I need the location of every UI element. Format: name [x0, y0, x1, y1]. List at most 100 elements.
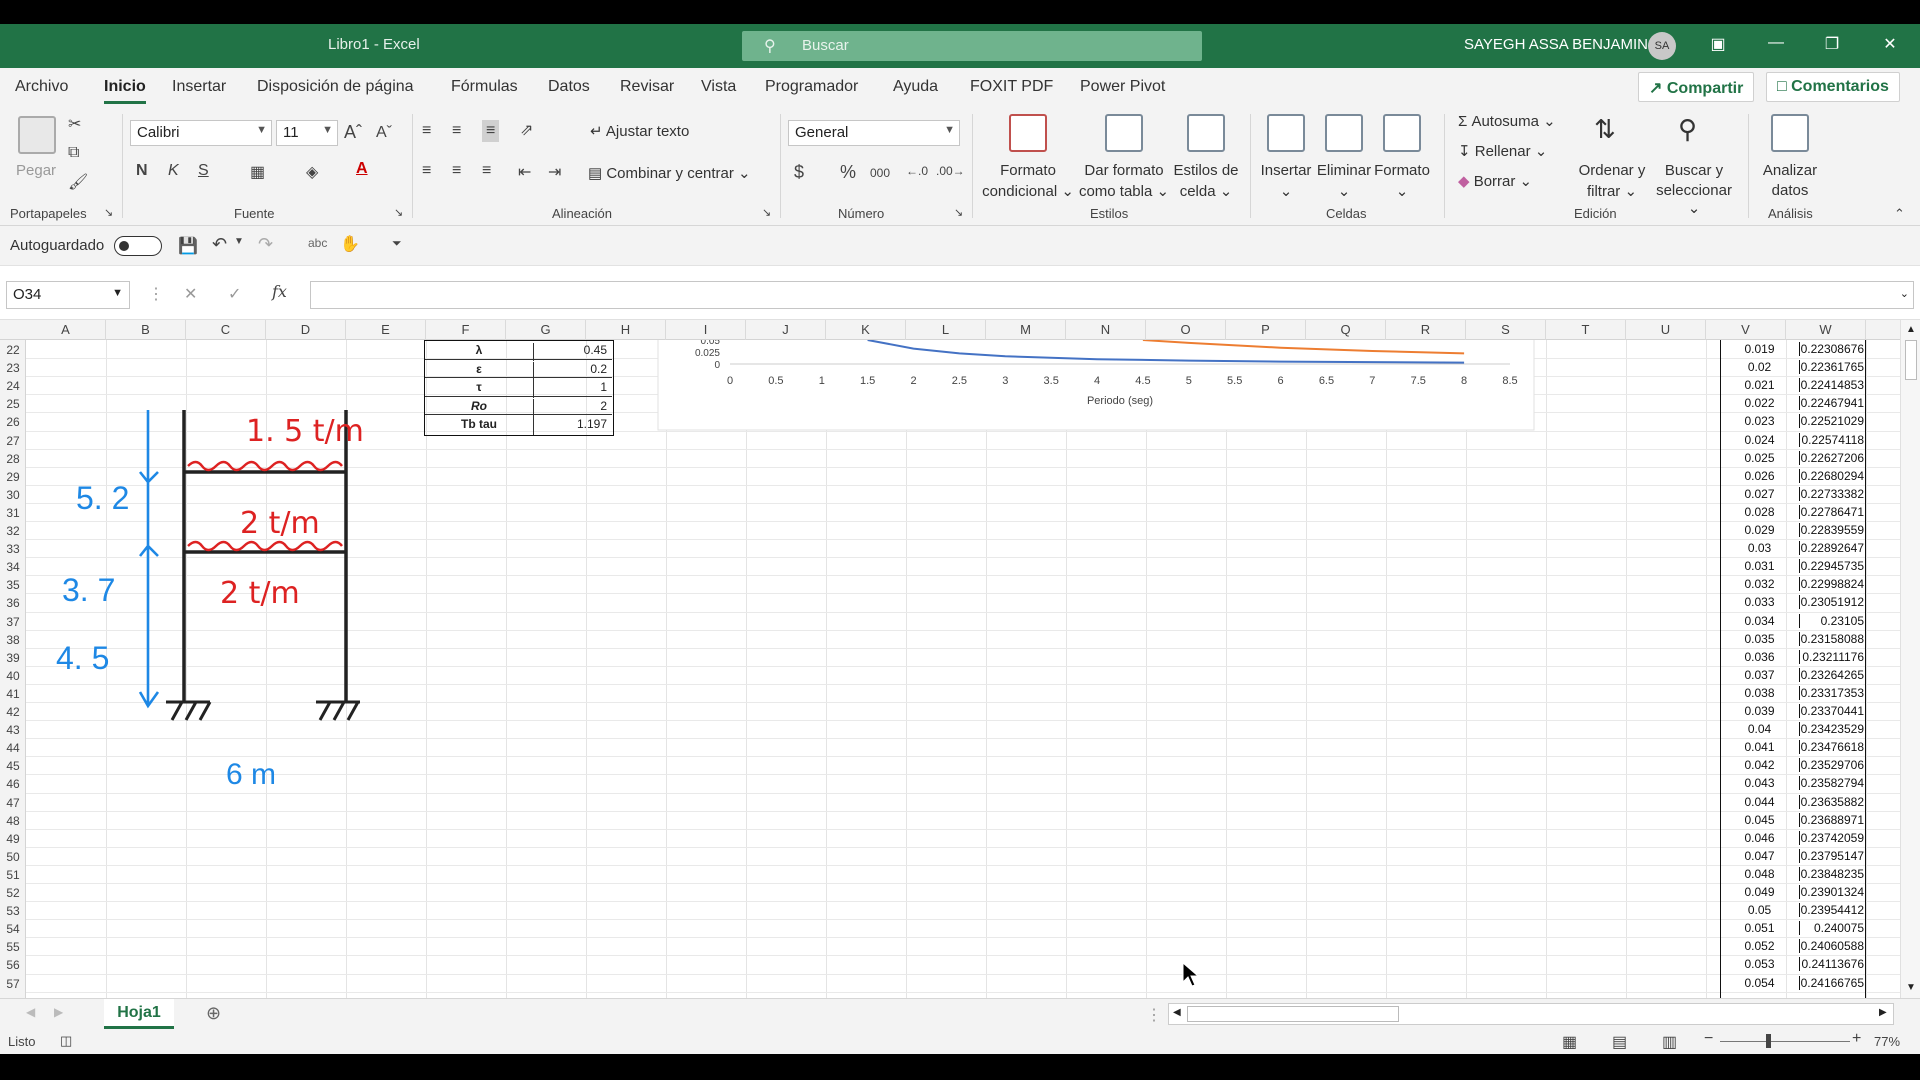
cell-w[interactable]: 0.23582794 — [1800, 776, 1864, 790]
cell-v[interactable]: 0.039 — [1720, 704, 1800, 718]
conditional-format-button[interactable]: Formato condicional ⌄ — [980, 114, 1076, 204]
save-icon[interactable]: 💾 — [178, 236, 198, 256]
cell-v[interactable]: 0.041 — [1720, 740, 1800, 755]
tab-formulas[interactable]: Fórmulas — [451, 78, 518, 96]
worksheet-grid[interactable]: ABCDEFGHIJKLMNOPQRSTUVW 22 23 24 25 26 27 28 29… — [0, 320, 1920, 998]
cell-v[interactable]: 0.049 — [1720, 885, 1800, 899]
row-header[interactable]: 36 — [0, 596, 26, 610]
copy-icon[interactable]: ⧉ — [68, 144, 79, 162]
dialog-launcher-icon[interactable]: ↘ — [762, 206, 771, 219]
hscroll-thumb[interactable] — [1187, 1006, 1399, 1022]
cut-icon[interactable]: ✂ — [68, 114, 81, 134]
increase-decimal-icon[interactable]: ←.0 — [906, 164, 928, 178]
column-header-u[interactable]: U — [1626, 320, 1706, 340]
cell-v[interactable]: 0.035 — [1720, 631, 1800, 646]
ribbon-display-icon[interactable]: ▣ — [1706, 34, 1730, 58]
column-header-n[interactable]: N — [1066, 320, 1146, 340]
cell-v[interactable]: 0.053 — [1720, 957, 1800, 972]
row-header[interactable]: 22 — [0, 343, 26, 357]
tab-scroll-right-icon[interactable]: ▶ — [54, 1005, 63, 1019]
align-right-icon[interactable]: ≡ — [482, 162, 491, 180]
cell-v[interactable]: 0.034 — [1720, 613, 1800, 628]
row-header[interactable]: 53 — [0, 904, 26, 918]
share-button[interactable]: ↗ Compartir — [1638, 72, 1755, 102]
grow-font-icon[interactable]: Aˆ — [344, 122, 362, 143]
cell-v[interactable]: 0.05 — [1720, 903, 1800, 918]
row-header[interactable]: 52 — [0, 886, 26, 900]
cell-w[interactable]: 0.22361765 — [1800, 360, 1864, 374]
row-header[interactable]: 47 — [0, 796, 26, 810]
search-box[interactable]: ⚲ Buscar — [742, 31, 1202, 61]
cell-v[interactable]: 0.043 — [1720, 776, 1800, 791]
page-break-icon[interactable]: ▥ — [1662, 1032, 1677, 1052]
cell-v[interactable]: 0.046 — [1720, 830, 1800, 845]
cell-v[interactable]: 0.054 — [1720, 975, 1800, 990]
undo-icon[interactable]: ↶ — [212, 234, 227, 255]
row-header[interactable]: 45 — [0, 759, 26, 773]
dialog-launcher-icon[interactable]: ↘ — [394, 206, 403, 219]
row-header[interactable]: 37 — [0, 615, 26, 629]
tab-inicio[interactable]: Inicio — [104, 78, 146, 104]
name-box[interactable]: O34 ▼ — [6, 281, 130, 309]
font-name-select[interactable]: Calibri ▼ — [130, 120, 272, 146]
cell-w[interactable]: 0.23476618 — [1800, 740, 1864, 754]
bold-button[interactable]: N — [136, 162, 148, 180]
align-middle-icon[interactable]: ≡ — [452, 122, 461, 140]
row-header[interactable]: 51 — [0, 868, 26, 882]
cell-v[interactable]: 0.029 — [1720, 523, 1800, 537]
align-bottom-icon[interactable]: ≡ — [482, 120, 500, 142]
spellcheck-icon[interactable]: abc — [308, 236, 327, 250]
chevron-down-icon[interactable]: ▼ — [234, 236, 244, 247]
autosave-toggle[interactable] — [114, 236, 162, 256]
cell-v[interactable]: 0.051 — [1720, 921, 1800, 936]
column-header-m[interactable]: M — [986, 320, 1066, 340]
cell-w[interactable]: 0.22786471 — [1800, 505, 1864, 519]
tab-ayuda[interactable]: Ayuda — [893, 78, 938, 96]
cell-w[interactable]: 0.24113676 — [1800, 957, 1864, 971]
cell-v[interactable]: 0.047 — [1720, 848, 1800, 863]
column-header-s[interactable]: S — [1466, 320, 1546, 340]
underline-button[interactable]: S — [198, 162, 209, 180]
column-header-w[interactable]: W — [1786, 320, 1866, 340]
scroll-down-icon[interactable]: ▼ — [1906, 982, 1916, 993]
row-header[interactable]: 25 — [0, 397, 26, 411]
column-header-k[interactable]: K — [826, 320, 906, 340]
align-left-icon[interactable]: ≡ — [422, 162, 431, 180]
cell-w[interactable]: 0.22998824 — [1800, 577, 1864, 591]
row-header[interactable]: 55 — [0, 940, 26, 954]
autosum-button[interactable]: Σ Autosuma ⌄ — [1458, 112, 1556, 130]
column-header-j[interactable]: J — [746, 320, 826, 340]
row-header[interactable]: 26 — [0, 415, 26, 429]
italic-button[interactable]: K — [168, 162, 179, 180]
dialog-launcher-icon[interactable]: ↘ — [954, 206, 963, 219]
scroll-thumb[interactable] — [1905, 340, 1917, 380]
zoom-level[interactable]: 77% — [1874, 1034, 1900, 1049]
sheet-tab-hoja1[interactable]: Hoja1 — [104, 999, 174, 1029]
column-header-h[interactable]: H — [586, 320, 666, 340]
tab-insertar[interactable]: Insertar — [172, 78, 226, 96]
row-header[interactable]: 28 — [0, 452, 26, 466]
row-header[interactable]: 50 — [0, 850, 26, 864]
delete-cells-button[interactable]: Eliminar ⌄ — [1312, 114, 1376, 204]
cell-v[interactable]: 0.052 — [1720, 939, 1800, 954]
cell-v[interactable]: 0.037 — [1720, 667, 1800, 682]
row-header[interactable]: 34 — [0, 560, 26, 574]
column-header-t[interactable]: T — [1546, 320, 1626, 340]
shrink-font-icon[interactable]: Aˇ — [376, 124, 392, 142]
user-name[interactable]: SAYEGH ASSA BENJAMIN — [1464, 36, 1648, 53]
analyze-data-button[interactable]: Analizar datos — [1754, 114, 1826, 204]
row-header[interactable]: 41 — [0, 687, 26, 701]
scroll-up-icon[interactable]: ▲ — [1906, 324, 1916, 335]
format-cells-button[interactable]: Formato ⌄ — [1370, 114, 1434, 204]
cell-w[interactable]: 0.22945735 — [1800, 559, 1864, 573]
row-header[interactable]: 54 — [0, 922, 26, 936]
cell-w[interactable]: 0.22574118 — [1800, 433, 1864, 447]
cell-v[interactable]: 0.025 — [1720, 450, 1800, 465]
horizontal-scrollbar[interactable]: ◀ ▶ — [1168, 1003, 1894, 1025]
cell-w[interactable]: 0.24060588 — [1800, 939, 1864, 953]
cell-w[interactable]: 0.23954412 — [1800, 903, 1864, 917]
cell-v[interactable]: 0.022 — [1720, 396, 1800, 411]
format-as-table-button[interactable]: Dar formato como tabla ⌄ — [1078, 114, 1170, 204]
row-header[interactable]: 31 — [0, 506, 26, 520]
restore-icon[interactable]: ❐ — [1820, 34, 1844, 58]
